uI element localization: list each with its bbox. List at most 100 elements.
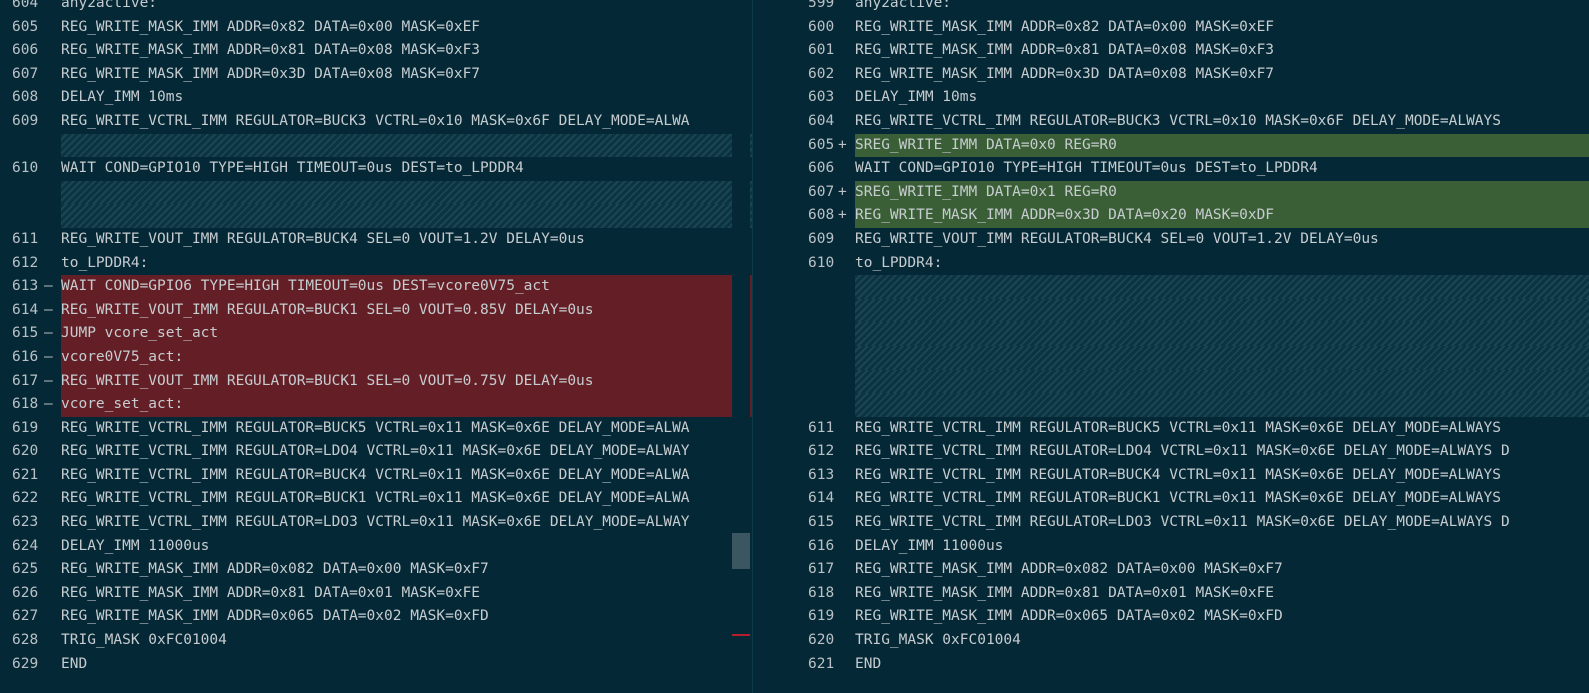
line-number: 621 (12, 466, 39, 483)
code-line[interactable]: 616 DELAY_IMM 11000us (792, 535, 1589, 559)
code-line[interactable]: 620 TRIG_MASK 0xFC01004 (792, 629, 1589, 653)
code-text: REG_WRITE_MASK_IMM ADDR=0x065 DATA=0x02 … (61, 608, 489, 625)
diff-filler-row[interactable] (792, 322, 1589, 346)
pane-divider[interactable] (752, 0, 793, 693)
diff-filler-row[interactable] (0, 180, 752, 205)
code-line[interactable]: 609 REG_WRITE_VOUT_IMM REGULATOR=BUCK4 SE… (792, 228, 1589, 252)
left-scrollbar-track[interactable] (732, 0, 750, 693)
code-line[interactable]: 629 END (0, 653, 752, 677)
diff-filler-row[interactable] (792, 298, 1589, 323)
line-number: 623 (12, 514, 39, 531)
line-number: 612 (808, 443, 835, 460)
code-text: SREG_WRITE_IMM DATA=0x0 REG=R0 (855, 133, 1589, 158)
code-text: REG_WRITE_VCTRL_IMM REGULATOR=BUCK1 VCTR… (61, 490, 690, 507)
code-line[interactable]: 618 REG_WRITE_MASK_IMM ADDR=0x81 DATA=0x0… (792, 582, 1589, 606)
line-number: 625 (12, 561, 39, 578)
diff-filler-row[interactable] (792, 393, 1589, 417)
diff-filler-row[interactable] (792, 345, 1589, 370)
code-line[interactable]: 603 DELAY_IMM 10ms (792, 86, 1589, 110)
code-line[interactable]: 619 REG_WRITE_MASK_IMM ADDR=0x065 DATA=0x… (792, 605, 1589, 629)
code-line[interactable]: 628 TRIG_MASK 0xFC01004 (0, 629, 752, 653)
code-line[interactable]: 625 REG_WRITE_MASK_IMM ADDR=0x082 DATA=0x… (0, 558, 752, 582)
line-number: 622 (12, 490, 39, 507)
diff-filler-row[interactable] (792, 369, 1589, 394)
code-line[interactable]: 604 any2active: (0, 0, 752, 16)
code-line[interactable]: 622 REG_WRITE_VCTRL_IMM REGULATOR=BUCK1 V… (0, 487, 752, 511)
code-line[interactable]: 601 REG_WRITE_MASK_IMM ADDR=0x81 DATA=0x0… (792, 39, 1589, 63)
code-line[interactable]: 606 REG_WRITE_MASK_IMM ADDR=0x81 DATA=0x0… (0, 39, 752, 63)
diff-removed-line[interactable]: 614 — REG_WRITE_VOUT_IMM REGULATOR=BUCK1 S… (0, 298, 752, 323)
code-text: REG_WRITE_VCTRL_IMM REGULATOR=BUCK3 VCTR… (61, 112, 690, 129)
diff-removed-line[interactable]: 616 — vcore0V75_act: (0, 345, 752, 370)
diff-left-pane[interactable]: 604 any2active: 605 REG_WRITE_MASK_IMM ADDR… (0, 0, 752, 693)
diff-removed-line[interactable]: 613 — WAIT COND=GPIO6 TYPE=HIGH TIMEOUT=0u… (0, 275, 752, 299)
code-line[interactable]: 602 REG_WRITE_MASK_IMM ADDR=0x3D DATA=0x0… (792, 63, 1589, 87)
code-line[interactable]: 612 REG_WRITE_VCTRL_IMM REGULATOR=LDO4 VC… (792, 440, 1589, 464)
code-line[interactable]: 611 REG_WRITE_VOUT_IMM REGULATOR=BUCK4 SE… (0, 228, 752, 252)
code-text: REG_WRITE_VCTRL_IMM REGULATOR=BUCK4 VCTR… (61, 466, 690, 483)
code-line[interactable]: 610 to_LPDDR4: (792, 252, 1589, 276)
diff-filler-row[interactable] (0, 133, 752, 158)
diff-added-line[interactable]: 607 + SREG_WRITE_IMM DATA=0x1 REG=R0 (792, 180, 1589, 205)
code-text: JUMP vcore_set_act (61, 322, 752, 346)
code-line[interactable]: 615 REG_WRITE_VCTRL_IMM REGULATOR=LDO3 VC… (792, 511, 1589, 535)
line-number: 604 (12, 0, 39, 11)
code-line[interactable]: 617 REG_WRITE_MASK_IMM ADDR=0x082 DATA=0x… (792, 558, 1589, 582)
code-text: to_LPDDR4: (855, 254, 943, 271)
code-line[interactable]: 606 WAIT COND=GPIO10 TYPE=HIGH TIMEOUT=0u… (792, 157, 1589, 181)
code-line[interactable]: 627 REG_WRITE_MASK_IMM ADDR=0x065 DATA=0x… (0, 605, 752, 629)
code-text: vcore_set_act: (61, 393, 752, 417)
code-line[interactable]: 600 REG_WRITE_MASK_IMM ADDR=0x82 DATA=0x0… (792, 16, 1589, 40)
code-text (855, 275, 1589, 299)
diff-filler-row[interactable] (0, 204, 752, 228)
code-line[interactable]: 609 REG_WRITE_VCTRL_IMM REGULATOR=BUCK3 V… (0, 110, 752, 134)
code-text: REG_WRITE_MASK_IMM ADDR=0x082 DATA=0x00 … (855, 561, 1283, 578)
code-line[interactable]: 613 REG_WRITE_VCTRL_IMM REGULATOR=BUCK4 V… (792, 464, 1589, 488)
code-line[interactable]: 619 REG_WRITE_VCTRL_IMM REGULATOR=BUCK5 V… (0, 417, 752, 441)
plus-marker-icon: + (838, 207, 847, 224)
line-number: 609 (808, 230, 835, 247)
code-line[interactable]: 614 REG_WRITE_VCTRL_IMM REGULATOR=BUCK1 V… (792, 487, 1589, 511)
diff-filler-row[interactable] (792, 275, 1589, 299)
line-number: 620 (12, 443, 39, 460)
code-text: REG_WRITE_MASK_IMM ADDR=0x82 DATA=0x00 M… (61, 18, 481, 35)
code-line[interactable]: 623 REG_WRITE_VCTRL_IMM REGULATOR=LDO3 VC… (0, 511, 752, 535)
code-line[interactable]: 608 DELAY_IMM 10ms (0, 86, 752, 110)
code-line[interactable]: 611 REG_WRITE_VCTRL_IMM REGULATOR=BUCK5 V… (792, 417, 1589, 441)
diff-added-line[interactable]: 605 + SREG_WRITE_IMM DATA=0x0 REG=R0 (792, 133, 1589, 158)
code-text (855, 322, 1589, 346)
code-line[interactable]: 605 REG_WRITE_MASK_IMM ADDR=0x82 DATA=0x0… (0, 16, 752, 40)
code-line[interactable]: 621 REG_WRITE_VCTRL_IMM REGULATOR=BUCK4 V… (0, 464, 752, 488)
code-text: REG_WRITE_MASK_IMM ADDR=0x3D DATA=0x20 M… (855, 204, 1589, 228)
minus-marker-icon: — (44, 396, 53, 413)
code-text: WAIT COND=GPIO10 TYPE=HIGH TIMEOUT=0us D… (855, 160, 1318, 177)
minus-marker-icon: — (44, 301, 53, 318)
line-number: 601 (808, 42, 835, 59)
left-code-lines: 604 any2active: 605 REG_WRITE_MASK_IMM ADDR… (0, 0, 752, 676)
code-line[interactable]: 604 REG_WRITE_VCTRL_IMM REGULATOR=BUCK3 V… (792, 110, 1589, 134)
code-line[interactable]: 599 any2active: (792, 0, 1589, 16)
line-number: 614 (12, 301, 39, 318)
diff-removed-line[interactable]: 618 — vcore_set_act: (0, 393, 752, 417)
code-line[interactable]: 620 REG_WRITE_VCTRL_IMM REGULATOR=LDO4 VC… (0, 440, 752, 464)
left-scrollbar-thumb[interactable] (732, 533, 750, 569)
code-text: REG_WRITE_MASK_IMM ADDR=0x3D DATA=0x08 M… (855, 65, 1275, 82)
code-line[interactable]: 621 END (792, 653, 1589, 677)
code-line[interactable]: 607 REG_WRITE_MASK_IMM ADDR=0x3D DATA=0x0… (0, 63, 752, 87)
code-line[interactable]: 626 REG_WRITE_MASK_IMM ADDR=0x81 DATA=0x0… (0, 582, 752, 606)
code-line[interactable]: 610 WAIT COND=GPIO10 TYPE=HIGH TIMEOUT=0u… (0, 157, 752, 181)
diff-removed-line[interactable]: 615 — JUMP vcore_set_act (0, 322, 752, 346)
diff-removed-line[interactable]: 617 — REG_WRITE_VOUT_IMM REGULATOR=BUCK1 S… (0, 369, 752, 394)
line-number: 602 (808, 65, 835, 82)
code-text: REG_WRITE_MASK_IMM ADDR=0x065 DATA=0x02 … (855, 608, 1283, 625)
line-number: 611 (12, 230, 39, 247)
diff-added-line[interactable]: 608 + REG_WRITE_MASK_IMM ADDR=0x3D DATA=0x… (792, 204, 1589, 228)
line-number: 612 (12, 254, 39, 271)
code-text: REG_WRITE_MASK_IMM ADDR=0x82 DATA=0x00 M… (855, 18, 1275, 35)
scroll-change-marker (732, 634, 750, 636)
code-line[interactable]: 624 DELAY_IMM 11000us (0, 535, 752, 559)
code-text: REG_WRITE_VCTRL_IMM REGULATOR=BUCK4 VCTR… (855, 466, 1502, 483)
code-line[interactable]: 612 to_LPDDR4: (0, 252, 752, 276)
line-number: 616 (12, 348, 39, 365)
diff-right-pane[interactable]: 599 any2active: 600 REG_WRITE_MASK_IMM ADDR… (792, 0, 1589, 693)
